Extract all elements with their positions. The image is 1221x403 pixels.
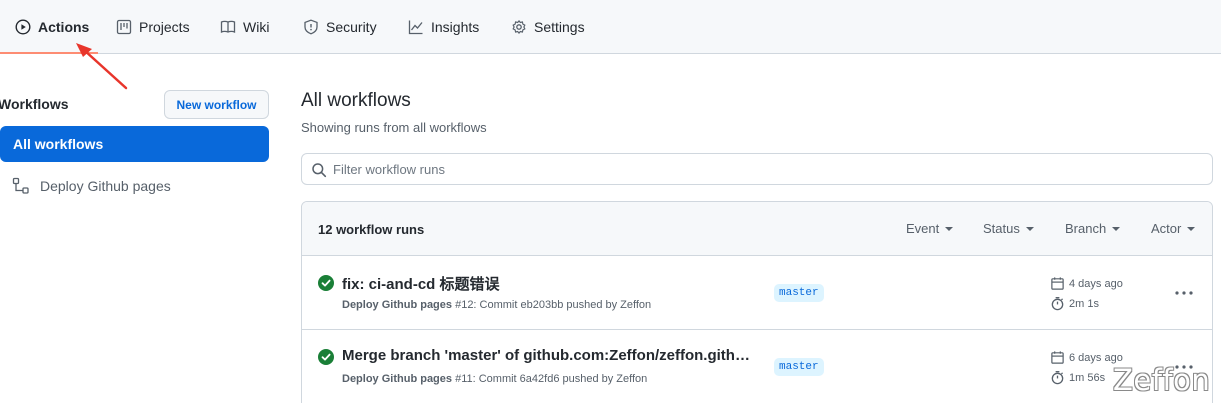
new-workflow-button[interactable]: New workflow — [164, 90, 269, 119]
filter-workflow-runs[interactable] — [301, 153, 1213, 185]
workflow-run-row[interactable]: Merge branch 'master' of github.com:Zeff… — [302, 330, 1212, 403]
event-filter-dropdown[interactable]: Event — [906, 221, 954, 236]
check-circle-icon — [318, 275, 334, 291]
search-icon — [312, 163, 327, 178]
tab-label: Security — [326, 19, 377, 35]
run-detail: #12: Commit eb203bb pushed by Zeffon — [455, 299, 652, 311]
book-icon — [220, 20, 236, 33]
workflow-icon — [12, 177, 29, 194]
run-title-link[interactable]: Merge branch 'master' of github.com:Zeff… — [342, 347, 756, 364]
run-duration: 2m 1s — [1050, 296, 1099, 311]
tab-insights[interactable]: Insights — [408, 0, 479, 54]
tab-label: Settings — [534, 19, 585, 35]
caret-down-icon — [1112, 226, 1121, 231]
calendar-icon — [1051, 351, 1064, 364]
annotation-arrow-icon — [76, 43, 128, 90]
run-duration: 1m 56s — [1050, 370, 1105, 385]
filter-label: Status — [983, 221, 1020, 236]
sidebar-item-label: All workflows — [13, 136, 104, 152]
run-date-text: 4 days ago — [1069, 277, 1123, 290]
run-detail: #11: Commit 6a42fd6 pushed by Zeffon — [455, 373, 648, 385]
kebab-horizontal-icon[interactable] — [1170, 283, 1198, 303]
page-title: All workflows — [301, 90, 411, 111]
sidebar-item-label: Deploy Github pages — [40, 178, 171, 194]
filter-label: Actor — [1151, 221, 1182, 236]
tab-label: Actions — [38, 19, 90, 35]
run-workflow-name: Deploy Github pages — [342, 299, 453, 311]
tab-label: Projects — [139, 19, 190, 35]
status-filter-dropdown[interactable]: Status — [983, 221, 1034, 236]
sidebar-title: Workflows — [0, 96, 69, 112]
repo-nav: Actions Projects Wiki Security Insights … — [0, 0, 1221, 54]
run-date: 6 days ago — [1050, 350, 1123, 365]
run-date-text: 6 days ago — [1069, 351, 1123, 364]
calendar-icon — [1051, 277, 1064, 290]
tab-label: Insights — [431, 19, 480, 35]
tab-wiki[interactable]: Wiki — [220, 0, 269, 54]
run-title-link[interactable]: fix: ci-and-cd 标题错误 — [342, 273, 500, 294]
run-workflow-name: Deploy Github pages — [342, 373, 453, 385]
tab-label: Wiki — [243, 19, 270, 35]
workflow-runs-list: 12 workflow runs Event Status Branch Act… — [301, 201, 1213, 403]
caret-down-icon — [1025, 226, 1034, 231]
caret-down-icon — [1187, 226, 1196, 231]
graph-icon — [408, 20, 423, 35]
gear-icon — [512, 19, 526, 35]
shield-icon — [304, 19, 318, 35]
check-circle-icon — [318, 349, 334, 365]
branch-label[interactable]: master — [774, 284, 824, 302]
run-meta: Deploy Github pages #12: Commit eb203bb … — [342, 299, 651, 311]
run-meta: Deploy Github pages #11: Commit 6a42fd6 … — [342, 373, 647, 385]
branch-label[interactable]: master — [774, 358, 824, 376]
stopwatch-icon — [1051, 297, 1064, 311]
run-duration-text: 1m 56s — [1069, 371, 1106, 384]
watermark: Zeffon — [1113, 363, 1211, 397]
project-icon — [116, 19, 132, 35]
filter-label: Event — [906, 221, 940, 236]
caret-down-icon — [945, 226, 954, 231]
filter-label: Branch — [1065, 221, 1107, 236]
runs-count: 12 workflow runs — [318, 222, 425, 237]
page-subtitle: Showing runs from all workflows — [301, 120, 487, 135]
tab-settings[interactable]: Settings — [511, 0, 585, 54]
sidebar-item-all-workflows[interactable]: All workflows — [0, 126, 269, 162]
runs-header: 12 workflow runs Event Status Branch Act… — [302, 202, 1212, 256]
sidebar-item-deploy-github-pages[interactable]: Deploy Github pages — [0, 170, 269, 202]
actor-filter-dropdown[interactable]: Actor — [1151, 221, 1196, 236]
stopwatch-icon — [1051, 371, 1064, 385]
run-date: 4 days ago — [1050, 276, 1123, 291]
tab-security[interactable]: Security — [303, 0, 377, 54]
search-input[interactable] — [333, 154, 1203, 184]
workflow-run-row[interactable]: fix: ci-and-cd 标题错误 Deploy Github pages … — [302, 256, 1212, 330]
branch-filter-dropdown[interactable]: Branch — [1065, 221, 1121, 236]
play-icon — [15, 19, 31, 35]
run-duration-text: 2m 1s — [1069, 297, 1099, 310]
